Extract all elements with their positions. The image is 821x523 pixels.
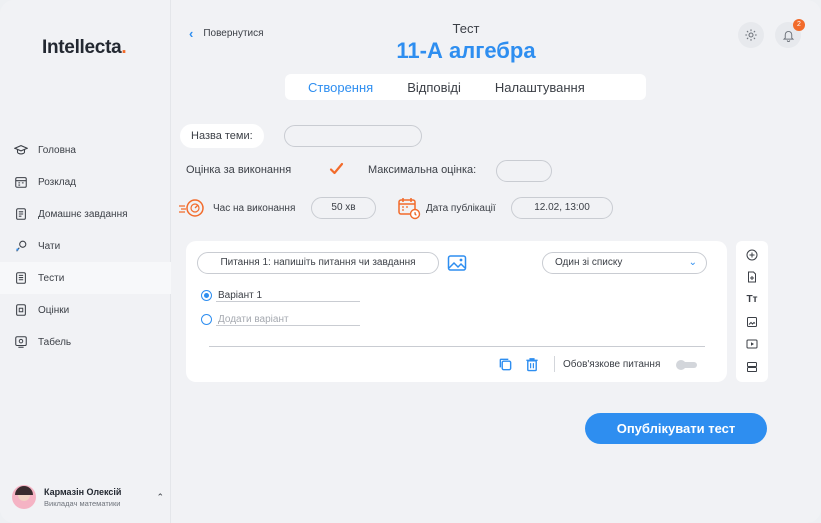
sidebar-item-label: Головна (38, 144, 76, 156)
add-video-button[interactable] (736, 336, 768, 352)
option-radio[interactable] (201, 290, 212, 301)
avatar (12, 485, 36, 509)
chevron-left-icon: ‹ (189, 26, 194, 41)
toolbar-divider (554, 356, 555, 372)
section-icon (747, 362, 757, 372)
tab-answers[interactable]: Відповіді (390, 80, 478, 95)
import-question-button[interactable] (736, 269, 768, 285)
chevron-up-down-icon[interactable]: ⌃ (156, 492, 164, 503)
back-label: Повернутися (203, 28, 264, 39)
card-divider (209, 346, 705, 347)
time-label: Час на виконання (213, 203, 296, 214)
sidebar-item-label: Домашнє завдання (38, 208, 128, 220)
bell-icon (782, 30, 794, 42)
add-option-text[interactable]: Додати варіант (218, 314, 289, 325)
time-input[interactable]: 50 хв (311, 197, 376, 219)
user-name: Кармазін Олексій (44, 486, 122, 497)
calendar-icon (14, 175, 28, 189)
add-title-button[interactable]: Tт (736, 291, 768, 307)
add-image-button[interactable] (736, 314, 768, 330)
option-radio[interactable] (201, 314, 212, 325)
logo: Intellecta. (42, 37, 127, 58)
page-subtitle: Тест (452, 21, 480, 36)
graduation-cap-icon (14, 143, 28, 157)
question-type-select[interactable]: Один зі списку ⌄ (542, 252, 707, 274)
sidebar-item-chats[interactable]: Чати (0, 230, 171, 262)
sidebar-item-label: Чати (38, 240, 61, 252)
option-underline (216, 325, 360, 326)
page-title: 11-А алгебра (396, 38, 536, 63)
publish-date-input[interactable]: 12.02, 13:00 (511, 197, 613, 219)
app-window: Intellecta. Головна Розклад Домашнє завд… (0, 0, 821, 523)
calendar-clock-icon (397, 196, 421, 225)
sidebar-item-label: Розклад (38, 176, 76, 188)
publish-test-button[interactable]: Опублікувати тест (585, 413, 767, 444)
video-icon (746, 339, 758, 349)
tab-bar: Створення Відповіді Налаштування (285, 74, 646, 100)
sidebar-item-tests[interactable]: Тести (0, 262, 171, 294)
sidebar-item-label: Табель (38, 336, 72, 348)
question-toolstrip: Tт (736, 241, 768, 382)
sidebar-item-homework[interactable]: Домашнє завдання (0, 198, 171, 230)
import-icon (748, 271, 756, 283)
user-role: Викладач математики (44, 498, 121, 508)
chat-icon (14, 239, 28, 253)
gear-icon (745, 29, 757, 41)
text-icon: Tт (746, 293, 758, 305)
topic-input[interactable] (284, 125, 422, 147)
settings-button[interactable] (738, 22, 764, 48)
add-section-button[interactable] (736, 359, 768, 375)
checkmark-icon[interactable] (328, 160, 346, 183)
duplicate-icon[interactable] (498, 357, 513, 377)
add-circle-icon (746, 249, 758, 261)
homework-icon (14, 207, 28, 221)
option-1-text[interactable]: Варіант 1 (218, 290, 262, 301)
sidebar-item-report-card[interactable]: Табель (0, 326, 171, 358)
max-grade-input[interactable] (496, 160, 552, 182)
chevron-down-icon: ⌄ (688, 257, 697, 268)
tab-create[interactable]: Створення (285, 80, 390, 95)
sidebar-item-grades[interactable]: Оцінки (0, 294, 171, 326)
grading-label: Оцінка за виконання (186, 164, 292, 176)
publish-date-label: Дата публікації (426, 203, 496, 214)
trash-icon[interactable] (525, 357, 539, 377)
tab-settings[interactable]: Налаштування (478, 80, 602, 95)
image-icon (747, 317, 757, 327)
report-card-icon (14, 335, 28, 349)
sidebar-item-schedule[interactable]: Розклад (0, 166, 171, 198)
sidebar-item-label: Тести (38, 272, 65, 284)
tests-icon (14, 271, 28, 285)
add-image-icon[interactable] (447, 254, 467, 277)
grades-icon (14, 303, 28, 317)
timer-icon (178, 197, 206, 224)
sidebar-nav: Головна Розклад Домашнє завдання Чати Те… (0, 134, 171, 358)
question-type-value: Один зі списку (555, 257, 623, 268)
max-grade-label: Максимальна оцінка: (368, 164, 477, 176)
sidebar: Intellecta. Головна Розклад Домашнє завд… (0, 0, 171, 523)
sidebar-item-label: Оцінки (38, 304, 70, 316)
notification-badge: 2 (793, 19, 805, 31)
user-profile[interactable]: Кармазін Олексій Викладач математики ⌃ (12, 482, 164, 512)
topic-label: Назва теми: (180, 124, 264, 148)
option-underline (216, 301, 360, 302)
back-link[interactable]: ‹ Повернутися (189, 26, 264, 41)
add-question-button[interactable] (736, 247, 768, 263)
question-input[interactable]: Питання 1: напишіть питання чи завдання (197, 252, 439, 274)
sidebar-item-home[interactable]: Головна (0, 134, 171, 166)
required-toggle[interactable] (676, 360, 697, 370)
required-label: Обов'язкове питання (563, 359, 661, 370)
